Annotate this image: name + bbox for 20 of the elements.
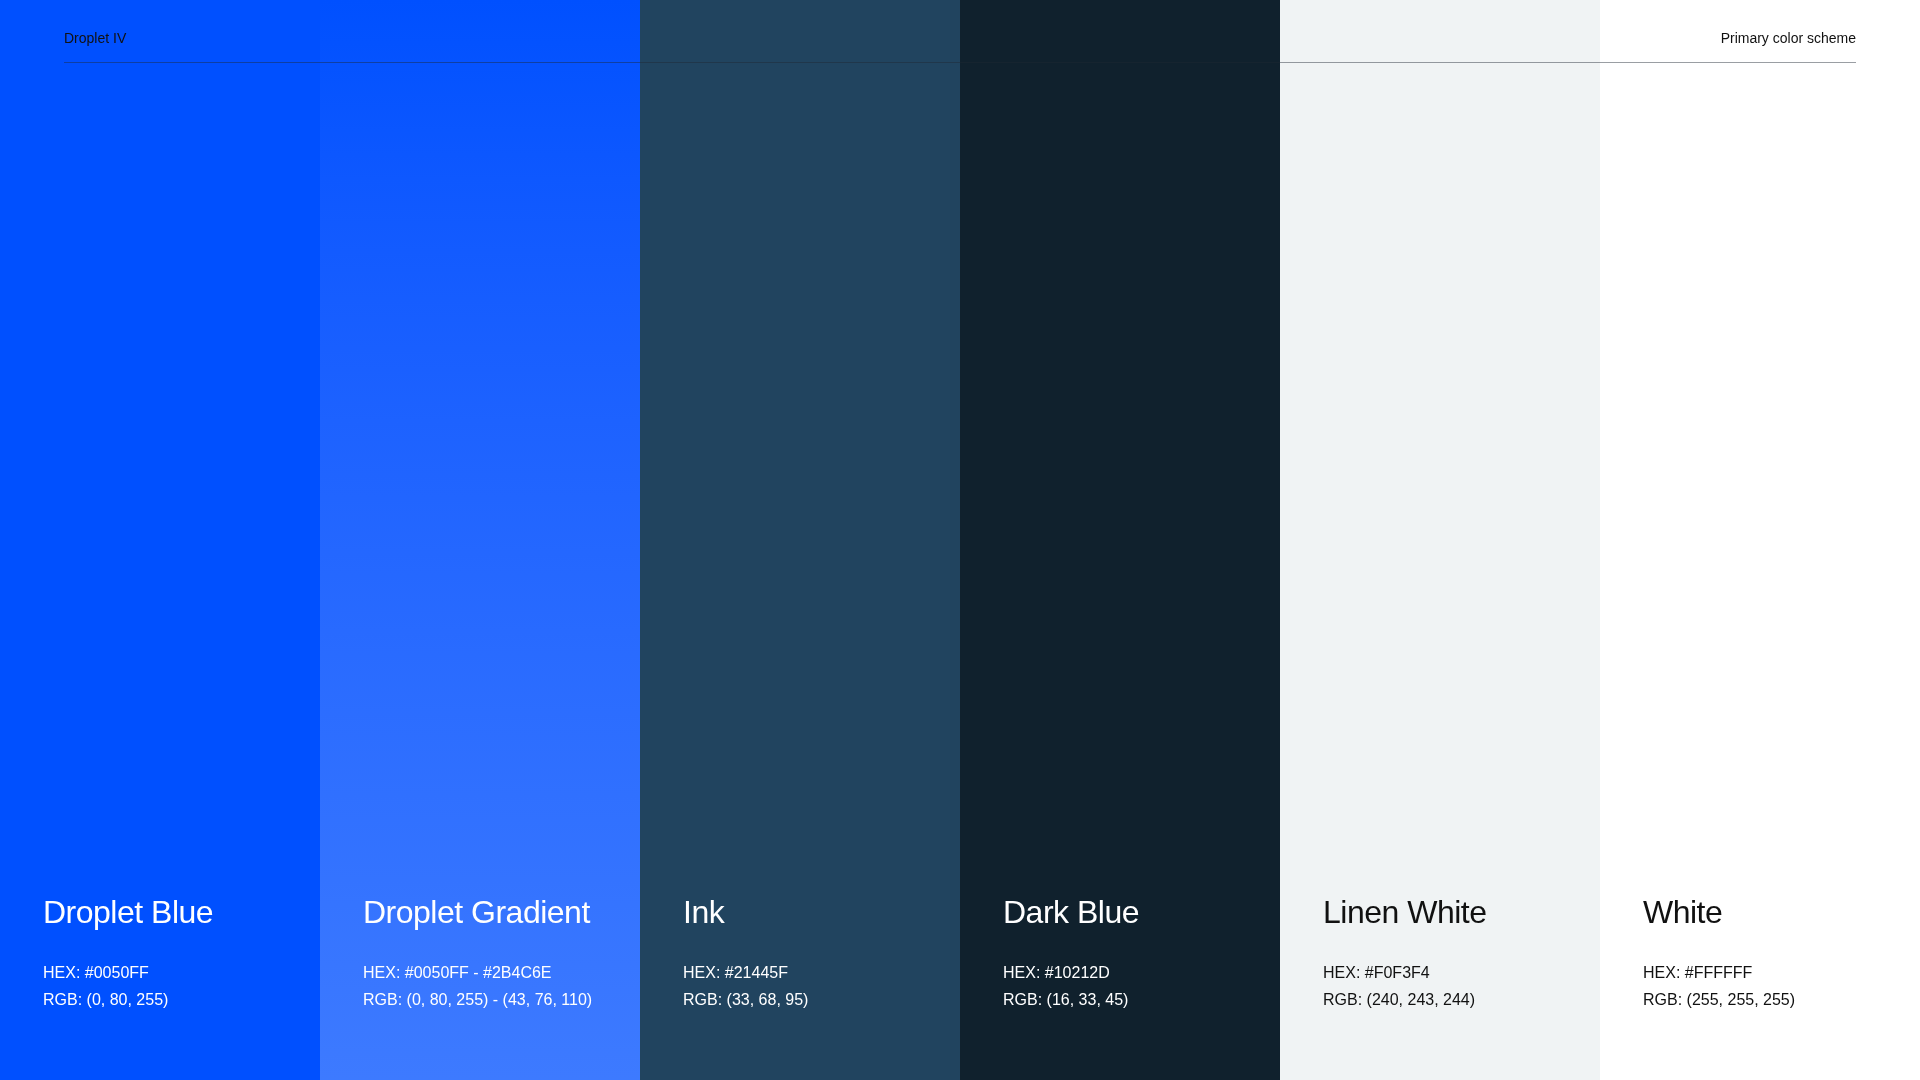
color-name: Droplet Gradient	[363, 894, 592, 931]
rgb-value: RGB: (0, 80, 255) - (43, 76, 110)	[363, 990, 594, 1010]
rgb-value: RGB: (33, 68, 95)	[683, 990, 810, 1010]
page-subtitle: Primary color scheme	[1720, 29, 1856, 46]
color-name: Droplet Blue	[43, 894, 215, 931]
color-name: White	[1643, 894, 1724, 931]
hex-value: HEX: #10212D	[1003, 963, 1111, 983]
hex-value: HEX: #0050FF - #2B4C6E	[363, 963, 553, 983]
color-name: Linen White	[1323, 894, 1488, 931]
hex-value: HEX: #FFFFFF	[1643, 963, 1754, 983]
rgb-value: RGB: (16, 33, 45)	[1003, 990, 1130, 1010]
color-name: Dark Blue	[1003, 894, 1140, 931]
rgb-value: RGB: (240, 243, 244)	[1323, 990, 1477, 1010]
brand-title: Droplet IV	[64, 29, 127, 46]
color-name: Ink	[683, 894, 726, 931]
hex-value: HEX: #21445F	[683, 963, 789, 983]
hex-value: HEX: #0050FF	[43, 963, 150, 983]
rgb-value: RGB: (0, 80, 255)	[43, 990, 170, 1010]
rgb-value: RGB: (255, 255, 255)	[1643, 990, 1797, 1010]
hex-value: HEX: #F0F3F4	[1323, 963, 1431, 983]
